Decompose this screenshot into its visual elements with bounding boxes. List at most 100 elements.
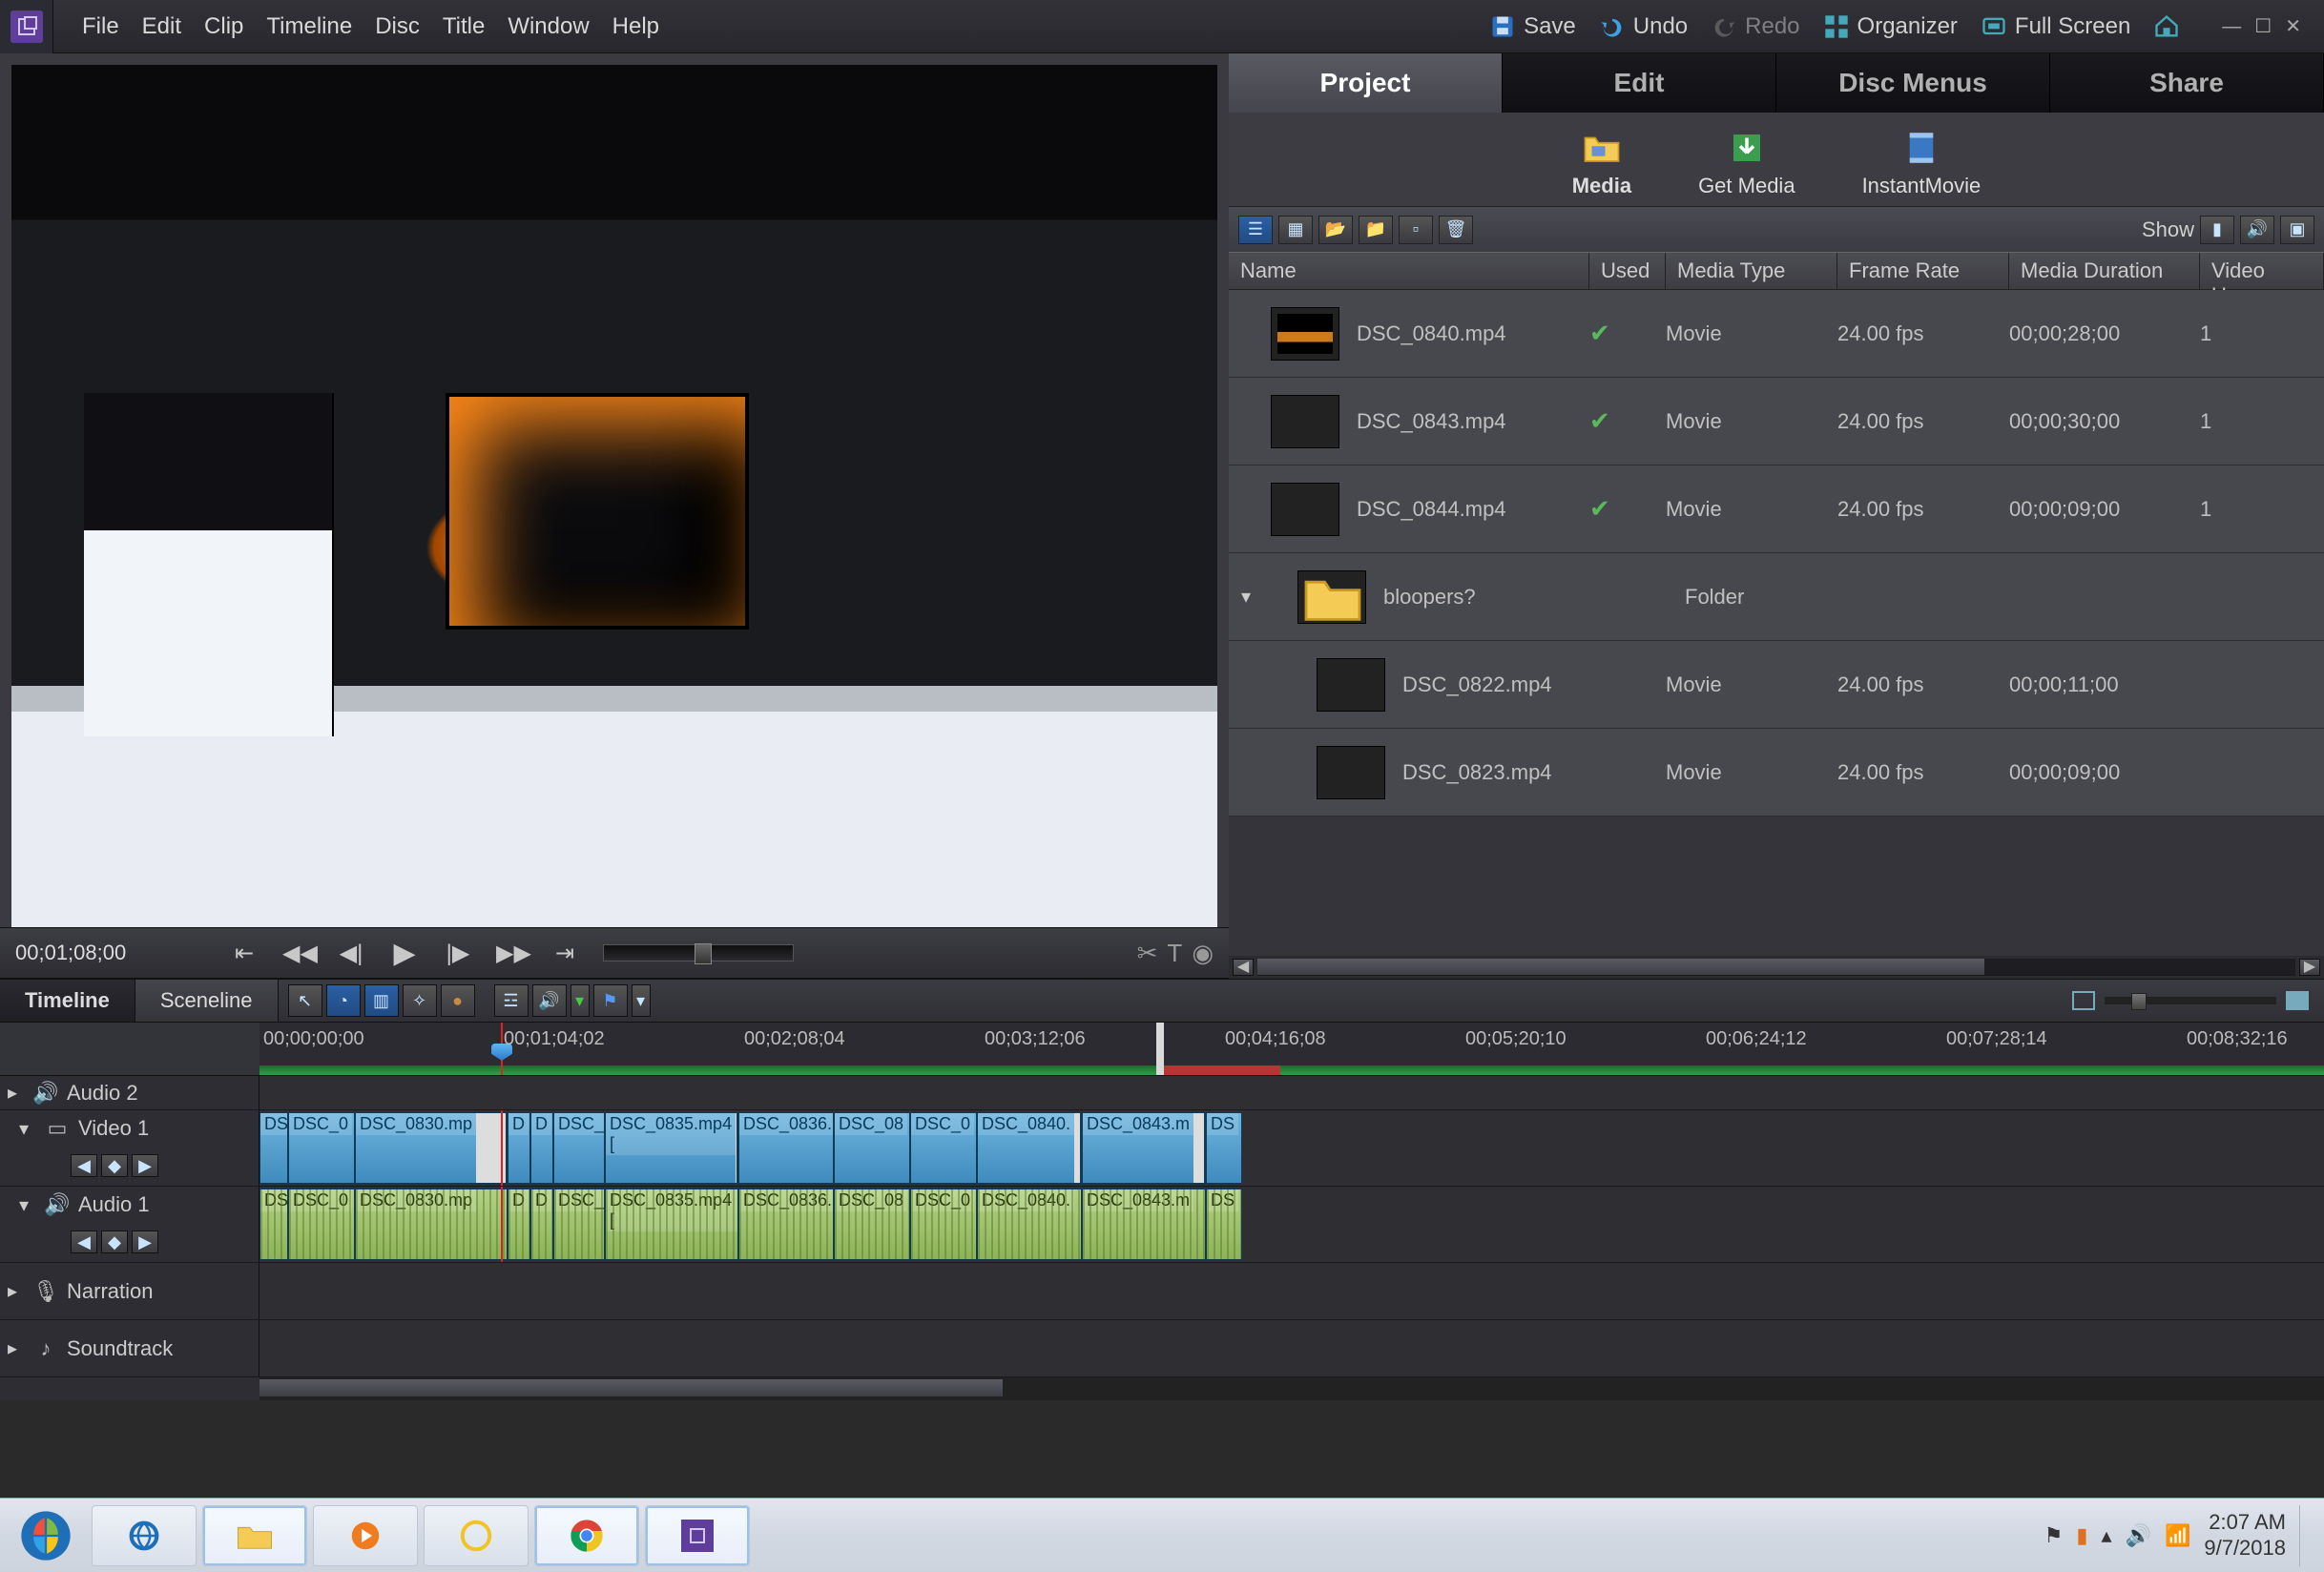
- play-button[interactable]: ▶: [389, 937, 420, 970]
- media-row[interactable]: DSC_0823.mp4Movie24.00 fps00;00;09;00: [1229, 729, 2324, 817]
- taskbar-mediaplayer[interactable]: [313, 1505, 418, 1566]
- rewind-icon[interactable]: ◀◀: [282, 940, 313, 967]
- fullscreen-button[interactable]: Full Screen: [1981, 13, 2130, 40]
- media-category[interactable]: Media: [1572, 128, 1631, 198]
- track-video1[interactable]: ▾▭ Video 1 ◀ ◆ ▶ DSDSC_0DSC_0830.mpDDDSC…: [0, 1110, 2324, 1187]
- set-poster-a-icon[interactable]: ◆: [101, 1231, 128, 1253]
- track-select-tool-icon[interactable]: ▥: [364, 984, 399, 1017]
- audio-clip[interactable]: DSC_: [553, 1189, 605, 1260]
- media-row[interactable]: DSC_0822.mp4Movie24.00 fps00;00;11;00: [1229, 641, 2324, 729]
- audio-clip[interactable]: DS: [1206, 1189, 1242, 1260]
- taskbar-opera[interactable]: [424, 1505, 529, 1566]
- menu-edit[interactable]: Edit: [136, 13, 187, 40]
- video-clip[interactable]: DSC_0835.mp4 [: [605, 1112, 738, 1184]
- col-used[interactable]: Used: [1589, 253, 1666, 289]
- col-rate[interactable]: Frame Rate: [1837, 253, 2009, 289]
- show-video-icon[interactable]: ▮: [2200, 216, 2234, 244]
- video-clip[interactable]: D: [508, 1112, 530, 1184]
- project-tab-project[interactable]: Project: [1229, 53, 1503, 113]
- next-edit-a-icon[interactable]: ▶: [132, 1231, 158, 1253]
- undo-button[interactable]: Undo: [1599, 13, 1688, 40]
- close-button[interactable]: ✕: [2285, 17, 2301, 36]
- add-text-icon[interactable]: T: [1167, 939, 1182, 968]
- col-dur[interactable]: Media Duration: [2009, 253, 2200, 289]
- audio-clip[interactable]: DSC_08: [834, 1189, 910, 1260]
- audio-clip[interactable]: DS: [259, 1189, 288, 1260]
- video-clip[interactable]: DSC_0: [288, 1112, 355, 1184]
- time-stretch-tool-icon[interactable]: ◔: [326, 984, 361, 1017]
- audio-clip[interactable]: DSC_0: [288, 1189, 355, 1260]
- selection-tool-icon[interactable]: ↖: [288, 984, 322, 1017]
- taskbar-premiere[interactable]: [645, 1505, 750, 1566]
- tray-network-icon[interactable]: 📶: [2165, 1523, 2190, 1548]
- video-clip[interactable]: DS: [259, 1112, 288, 1184]
- home-button[interactable]: [2153, 13, 2180, 40]
- next-edit-icon[interactable]: ▶: [132, 1154, 158, 1177]
- tray-show-hidden-icon[interactable]: ▴: [2102, 1523, 2112, 1548]
- video-clip[interactable]: DSC_0830.mp: [355, 1112, 508, 1184]
- timeline-hscroll[interactable]: [0, 1377, 2324, 1400]
- audio-clip[interactable]: DSC_0836.: [738, 1189, 834, 1260]
- step-back-icon[interactable]: ◀|: [336, 940, 366, 967]
- smart-trim-tool-icon[interactable]: ✧: [403, 984, 437, 1017]
- timeline-tab[interactable]: Timeline: [0, 980, 135, 1022]
- set-poster-icon[interactable]: ◆: [101, 1154, 128, 1177]
- col-name[interactable]: Name: [1229, 253, 1589, 289]
- video-clip[interactable]: DSC_08: [834, 1112, 910, 1184]
- getmedia-category[interactable]: Get Media: [1698, 128, 1795, 198]
- media-row[interactable]: DSC_0843.mp4✔Movie24.00 fps00;00;30;001: [1229, 378, 2324, 465]
- track-narration[interactable]: ▸🎙 Narration: [0, 1263, 2324, 1320]
- new-folder-icon[interactable]: 📁: [1359, 216, 1393, 244]
- menu-timeline[interactable]: Timeline: [260, 13, 358, 40]
- tray-volume-icon[interactable]: 🔊: [2126, 1523, 2151, 1548]
- audio-tool-icon[interactable]: 🔊: [532, 984, 567, 1017]
- taskbar-ie[interactable]: [92, 1505, 197, 1566]
- instantmovie-category[interactable]: InstantMovie: [1862, 128, 1982, 198]
- taskbar-chrome[interactable]: [534, 1505, 639, 1566]
- menu-disc[interactable]: Disc: [369, 13, 425, 40]
- list-view-icon[interactable]: ☰: [1238, 216, 1273, 244]
- step-forward-icon[interactable]: |▶: [443, 940, 473, 967]
- cookie-tool-icon[interactable]: ●: [441, 984, 475, 1017]
- col-type[interactable]: Media Type: [1666, 253, 1837, 289]
- fast-forward-icon[interactable]: ▶▶: [496, 940, 527, 967]
- menu-file[interactable]: File: [76, 13, 125, 40]
- prev-edit-a-icon[interactable]: ◀: [71, 1231, 97, 1253]
- audio-menu-icon[interactable]: ▾: [571, 984, 590, 1017]
- prev-edit-icon[interactable]: ◀: [71, 1154, 97, 1177]
- start-button[interactable]: [6, 1503, 86, 1568]
- tray-clock[interactable]: 2:07 AM 9/7/2018: [2204, 1510, 2286, 1561]
- shuttle-slider[interactable]: [603, 944, 794, 962]
- menu-help[interactable]: Help: [607, 13, 665, 40]
- track-audio1[interactable]: ▾🔊 Audio 1 ◀ ◆ ▶ DSDSC_0DSC_0830.mpDDDSC…: [0, 1187, 2324, 1263]
- tray-orange-icon[interactable]: ▮: [2076, 1523, 2087, 1548]
- zoom-slider[interactable]: [2105, 997, 2276, 1004]
- freeze-frame-icon[interactable]: ◉: [1192, 939, 1214, 968]
- media-row[interactable]: DSC_0840.mp4✔Movie24.00 fps00;00;28;001: [1229, 290, 2324, 378]
- sceneline-tab[interactable]: Sceneline: [135, 980, 279, 1022]
- save-button[interactable]: Save: [1489, 13, 1576, 40]
- tray-flag-icon[interactable]: ⚑: [2044, 1523, 2064, 1548]
- menu-window[interactable]: Window: [502, 13, 594, 40]
- properties-tool-icon[interactable]: ☲: [494, 984, 529, 1017]
- open-folder-icon[interactable]: 📂: [1318, 216, 1353, 244]
- zoom-out-icon[interactable]: [2072, 991, 2095, 1010]
- menu-title[interactable]: Title: [437, 13, 490, 40]
- minimize-button[interactable]: —: [2222, 17, 2241, 36]
- marker-tool-icon[interactable]: ⚑: [593, 984, 628, 1017]
- video-clip[interactable]: DSC_0840.: [977, 1112, 1082, 1184]
- video-clip[interactable]: DSC_0836.: [738, 1112, 834, 1184]
- taskbar-explorer[interactable]: [202, 1505, 307, 1566]
- col-usage[interactable]: Video Usage: [2200, 253, 2324, 289]
- video-clip[interactable]: DS: [1206, 1112, 1242, 1184]
- new-item-icon[interactable]: ▫: [1399, 216, 1433, 244]
- show-still-icon[interactable]: ▣: [2280, 216, 2314, 244]
- marker-menu-icon[interactable]: ▾: [632, 984, 651, 1017]
- project-tab-share[interactable]: Share: [2050, 53, 2324, 113]
- split-clip-icon[interactable]: ✂: [1137, 939, 1158, 968]
- track-audio2[interactable]: ▸🔊 Audio 2: [0, 1076, 2324, 1110]
- audio-clip[interactable]: DSC_0835.mp4 [: [605, 1189, 738, 1260]
- show-desktop-button[interactable]: [2299, 1505, 2313, 1566]
- show-audio-icon[interactable]: 🔊: [2240, 216, 2274, 244]
- track-soundtrack[interactable]: ▸♪ Soundtrack: [0, 1320, 2324, 1377]
